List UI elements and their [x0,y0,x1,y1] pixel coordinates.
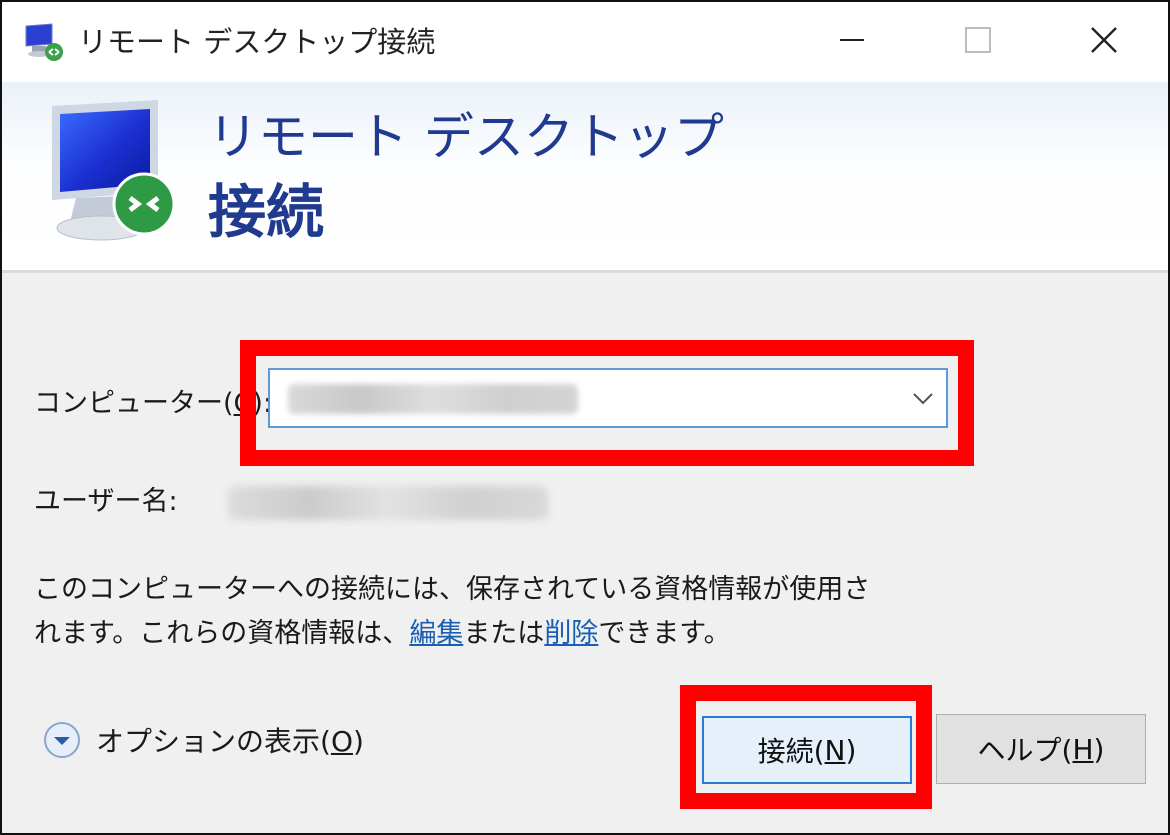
chevron-down-icon [913,393,933,405]
username-value-redacted [228,486,548,520]
username-label: ユーザー名: [34,486,178,517]
help-button[interactable]: ヘルプ(H) [936,714,1146,784]
computer-value-redacted [288,384,578,414]
remote-desktop-monitor-icon [52,100,176,241]
computer-label: コンピューター(C): [34,388,273,419]
connect-button[interactable]: 接続(N) [702,716,912,784]
header-banner: リモート デスクトップ 接続 [2,82,1168,273]
maximize-icon [965,27,991,53]
title-bar: リモート デスクトップ接続 [2,2,1168,82]
close-icon [1091,27,1117,53]
remote-desktop-window: リモート デスクトップ接続 リモート デスクトップ 接続 コンピューター(C):… [0,0,1170,835]
minimize-icon [840,39,864,41]
banner-title-line1: リモート デスクトップ [208,108,724,166]
minimize-button[interactable] [822,10,882,70]
banner-title-line2: 接続 [208,178,325,246]
credentials-info-text: このコンピューターへの接続には、保存されている資格情報が使用さ れます。これらの… [34,574,871,649]
expand-down-icon [44,722,80,758]
maximize-button[interactable] [948,10,1008,70]
remote-desktop-app-icon [25,23,63,61]
window-title: リモート デスクトップ接続 [78,25,436,59]
show-options-label: オプションの表示(O) [96,725,364,758]
show-options-toggle[interactable]: オプションの表示(O) [42,720,364,760]
edit-credentials-link[interactable]: 編集 [409,618,463,649]
delete-credentials-link[interactable]: 削除 [544,618,598,649]
computer-combobox[interactable] [268,368,948,428]
close-button[interactable] [1074,10,1134,70]
dropdown-button[interactable] [906,382,940,416]
